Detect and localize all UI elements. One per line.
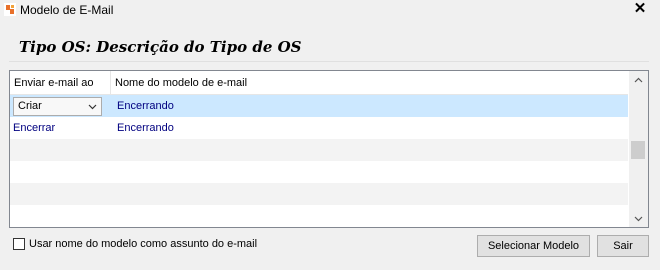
empty-row [10,205,628,227]
app-icon [4,3,16,16]
title-bar: Modelo de E-Mail ✕ [0,0,660,20]
empty-row [10,183,628,205]
scroll-up-button[interactable] [629,71,648,88]
chevron-down-icon [88,104,97,110]
template-name-cell[interactable]: Encerrando [117,122,174,134]
column-separator[interactable] [110,71,111,94]
column-header-send-on[interactable]: Enviar e-mail ao [14,77,93,89]
close-button[interactable]: ✕ [626,0,654,18]
table-row[interactable]: Encerrar Encerrando [10,117,628,139]
grid-header: Enviar e-mail ao Nome do modelo de e-mai… [10,71,628,95]
use-name-as-subject-checkbox[interactable] [13,238,25,250]
empty-row [10,161,628,183]
scroll-thumb[interactable] [631,141,645,159]
empty-row [10,139,628,161]
template-name-cell[interactable]: Encerrando [117,100,174,112]
use-name-as-subject-label[interactable]: Usar nome do modelo como assunto do e-ma… [29,238,257,250]
send-on-dropdown[interactable]: Criar [13,97,102,116]
vertical-scrollbar[interactable] [629,71,648,227]
scroll-down-button[interactable] [629,210,648,227]
window-title: Modelo de E-Mail [20,3,114,17]
exit-button[interactable]: Sair [597,235,649,257]
select-template-button[interactable]: Selecionar Modelo [477,235,590,257]
email-template-grid[interactable]: Enviar e-mail ao Nome do modelo de e-mai… [9,70,649,228]
send-on-value: Criar [18,100,42,112]
table-row[interactable]: Criar Encerrando [10,95,628,117]
send-on-cell[interactable]: Encerrar [13,122,55,134]
close-icon: ✕ [633,0,647,17]
page-title: Tipo OS: Descrição do Tipo de OS [19,38,302,56]
column-header-template-name[interactable]: Nome do modelo de e-mail [115,77,247,89]
chevron-down-icon [634,216,643,221]
chevron-up-icon [634,77,643,82]
header-panel: Tipo OS: Descrição do Tipo de OS [9,27,649,62]
